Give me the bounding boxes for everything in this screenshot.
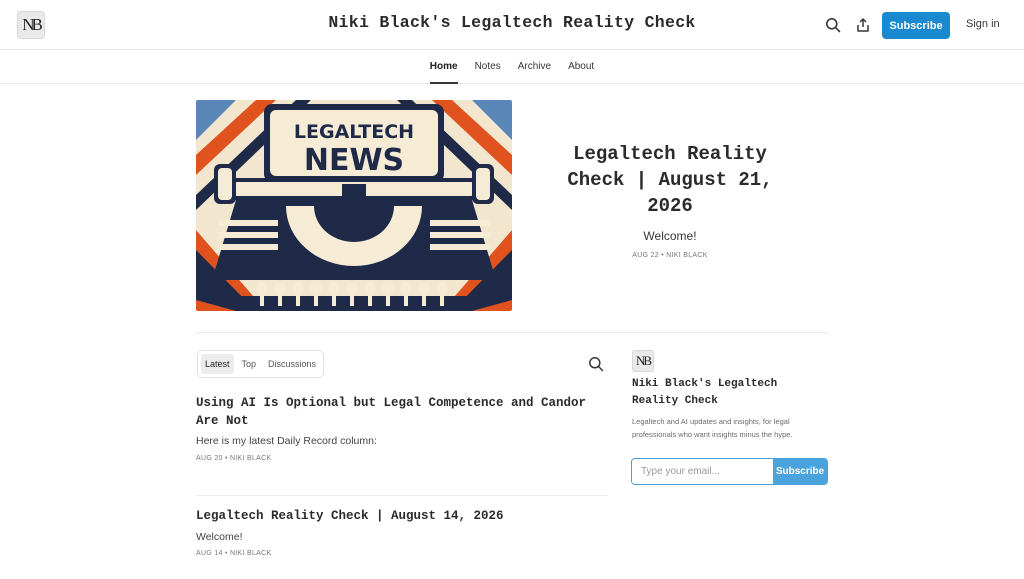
post-meta: AUG 14 • NIKI BLACK [196,550,272,557]
image-text-legaltech: LEGALTECH [294,121,414,143]
post-filter-tabs: Latest Top Discussions [197,350,325,378]
featured-post-image[interactable]: LEGALTECH NEWS [196,100,512,311]
post-meta: AUG 20 • NIKI BLACK [196,455,272,462]
nav-home[interactable]: Home [429,50,458,84]
post-divider [196,495,608,496]
main-nav: Home Notes Archive About [0,50,1024,84]
nav-about[interactable]: About [568,50,594,84]
tab-discussions[interactable]: Discussions [264,354,320,374]
top-header: NB Niki Black's Legaltech Reality Check … [0,0,1024,50]
sign-in-link[interactable]: Sign in [966,18,1000,30]
tab-top[interactable]: Top [238,354,261,374]
featured-post-subtitle: Welcome! [643,229,697,243]
posts-search-icon[interactable] [588,356,604,372]
featured-post-meta: AUG 22 • NIKI BLACK [632,252,708,259]
site-title-link[interactable]: Niki Black's Legaltech Reality Check [328,13,695,32]
post-title[interactable]: Legaltech Reality Check | August 14, 202… [196,507,608,525]
sidebar-publication-logo: NB [632,350,654,372]
subscribe-button[interactable]: Subscribe [882,12,950,39]
post-title[interactable]: Using AI Is Optional but Legal Competenc… [196,394,608,430]
email-field[interactable] [632,459,773,484]
section-divider [196,332,828,333]
post-subtitle: Welcome! [196,531,243,543]
sidebar-publication-description: Legaltech and AI updates and insights, f… [632,417,793,439]
sidebar-subscribe-button[interactable]: Subscribe [773,459,827,484]
featured-post-title[interactable]: Legaltech Reality Check | August 21, 202… [548,141,792,219]
tab-latest[interactable]: Latest [201,354,234,374]
sidebar-publication-title: Niki Black's Legaltech Reality Check [632,378,778,407]
email-subscribe-form: Subscribe [631,458,828,485]
publication-logo[interactable]: NB [17,11,45,39]
search-icon[interactable] [823,15,843,35]
image-text-news: NEWS [304,143,404,178]
nav-archive[interactable]: Archive [518,50,551,84]
post-subtitle: Here is my latest Daily Record column: [196,435,377,447]
share-icon[interactable] [853,15,873,35]
nav-notes[interactable]: Notes [475,50,501,84]
